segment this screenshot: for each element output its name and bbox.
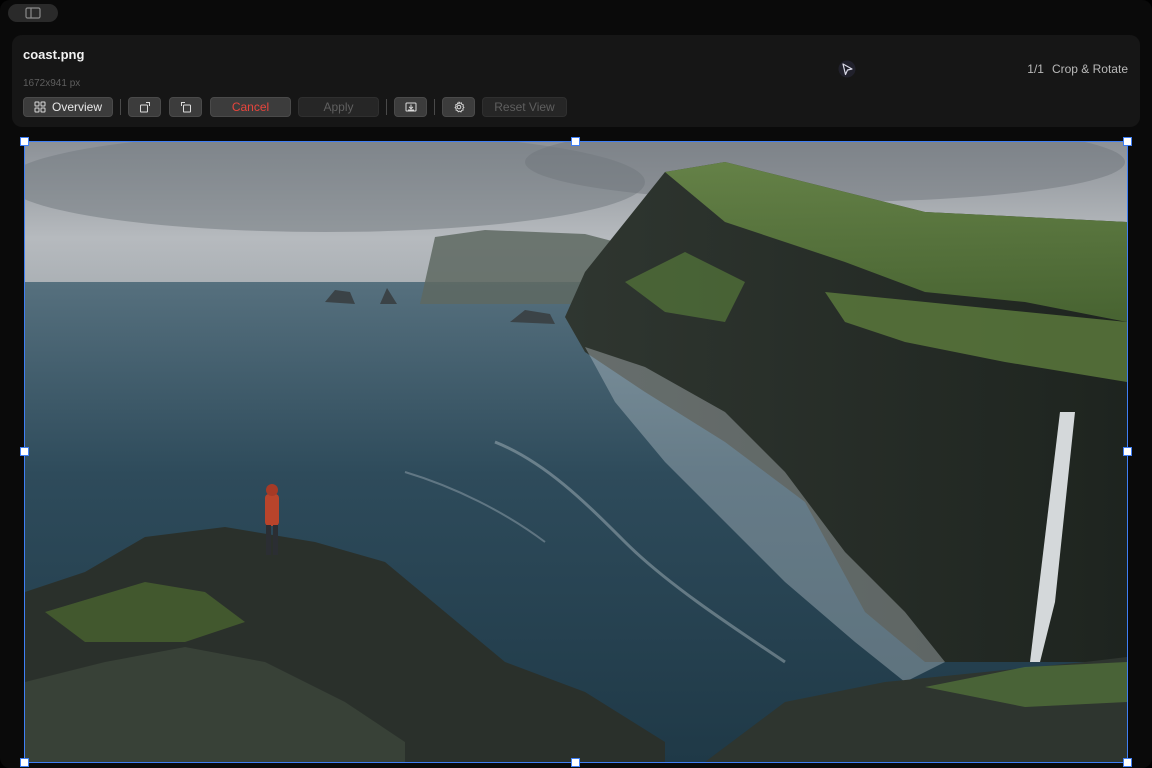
rotate-left-button[interactable] — [169, 97, 202, 117]
editor-window: coast.png 1672x941 px 1/1 Crop & Rotate … — [0, 0, 1152, 768]
file-dimensions: 1672x941 px — [23, 78, 81, 89]
editor-header: coast.png 1672x941 px 1/1 Crop & Rotate … — [12, 35, 1140, 127]
rotate-right-button[interactable] — [128, 97, 161, 117]
export-button[interactable] — [394, 97, 427, 117]
overview-label: Overview — [51, 100, 102, 114]
gear-icon — [454, 101, 464, 113]
sidebar-toggle-icon — [25, 7, 41, 19]
toolbar-divider — [120, 99, 121, 115]
rotate-left-icon — [180, 102, 191, 113]
toolbar: Overview Cancel Apply Reset View — [23, 97, 567, 117]
cancel-button[interactable]: Cancel — [210, 97, 291, 117]
image-canvas[interactable] — [25, 142, 1127, 762]
toolbar-divider — [434, 99, 435, 115]
export-icon — [405, 102, 416, 112]
mode-label: Crop & Rotate — [1051, 62, 1128, 76]
settings-button[interactable] — [442, 97, 475, 117]
toolbar-divider — [386, 99, 387, 115]
file-name: coast.png — [23, 47, 85, 62]
sidebar-toggle-button[interactable] — [8, 4, 58, 22]
overview-button[interactable]: Overview — [23, 97, 113, 117]
reset-view-button[interactable]: Reset View — [482, 97, 567, 117]
apply-button[interactable]: Apply — [298, 97, 379, 117]
pointer-cursor-icon — [838, 60, 856, 78]
coast-photo — [25, 142, 1127, 762]
rotate-right-icon — [139, 102, 150, 113]
page-counter: 1/1 — [1027, 62, 1044, 76]
grid-icon — [34, 101, 46, 113]
header-status: 1/1 Crop & Rotate — [1027, 62, 1128, 76]
